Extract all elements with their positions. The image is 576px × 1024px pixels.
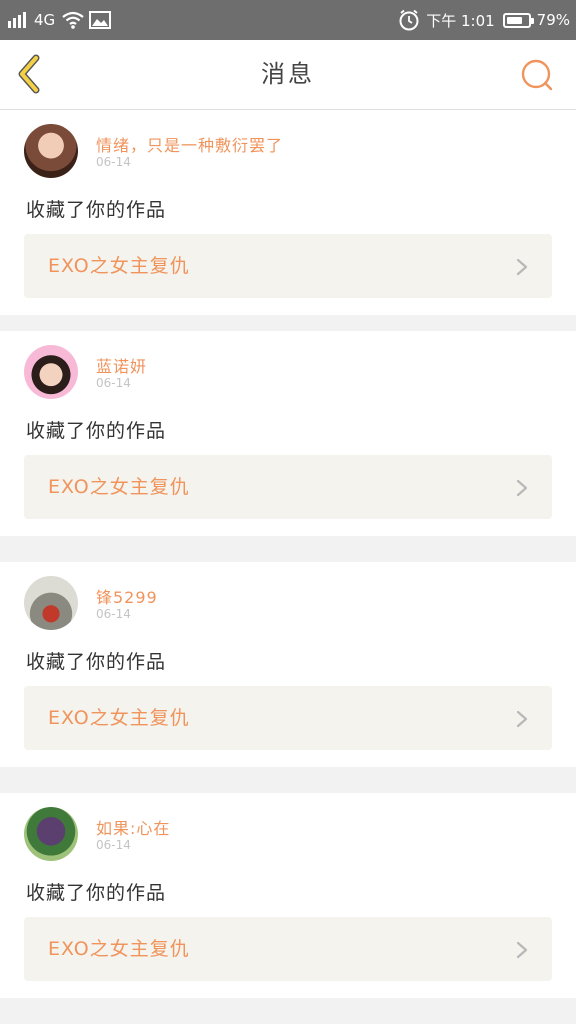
message-action: 收藏了你的作品 [26, 420, 167, 442]
chevron-right-icon [516, 258, 528, 276]
chevron-right-icon [516, 941, 528, 959]
battery-percent: 79% [536, 11, 570, 29]
message-date: 06-14 [96, 376, 131, 390]
user-name[interactable]: 蓝诺妍 [96, 353, 147, 377]
message-date: 06-14 [96, 155, 131, 169]
message-action: 收藏了你的作品 [26, 199, 167, 221]
image-icon [89, 11, 112, 29]
avatar[interactable] [24, 576, 78, 630]
work-link[interactable]: EXO之女主复仇 [24, 686, 552, 750]
avatar[interactable] [24, 345, 78, 399]
alarm-icon [399, 9, 419, 31]
list-item: 情绪，只是一种敷衍罢了 06-14 收藏了你的作品 EXO之女主复仇 [0, 110, 576, 315]
page-title: 消息 [261, 60, 315, 88]
status-bar: 4G 下午 1:01 79% [0, 0, 576, 40]
work-link[interactable]: EXO之女主复仇 [24, 917, 552, 981]
list-item: 蓝诺妍 06-14 收藏了你的作品 EXO之女主复仇 [0, 331, 576, 536]
work-title: EXO之女主复仇 [48, 938, 190, 960]
message-action: 收藏了你的作品 [26, 882, 167, 904]
user-name[interactable]: 如果:心在 [96, 815, 170, 839]
message-date: 06-14 [96, 838, 131, 852]
user-name[interactable]: 情绪，只是一种敷衍罢了 [96, 132, 283, 156]
network-type: 4G [34, 11, 56, 29]
work-link[interactable]: EXO之女主复仇 [24, 455, 552, 519]
clock: 下午 1:01 [426, 11, 495, 30]
header: 消息 [0, 40, 576, 110]
work-title: EXO之女主复仇 [48, 707, 190, 729]
search-icon [521, 59, 553, 91]
wifi-icon [62, 11, 84, 29]
message-date: 06-14 [96, 607, 131, 621]
work-link[interactable]: EXO之女主复仇 [24, 234, 552, 298]
chevron-right-icon [516, 479, 528, 497]
work-title: EXO之女主复仇 [48, 255, 190, 277]
list-item: 锋5299 06-14 收藏了你的作品 EXO之女主复仇 [0, 562, 576, 767]
battery-icon [502, 12, 534, 28]
avatar[interactable] [24, 807, 78, 861]
message-action: 收藏了你的作品 [26, 651, 167, 673]
avatar[interactable] [24, 124, 78, 178]
user-name[interactable]: 锋5299 [96, 584, 158, 608]
list-item: 如果:心在 06-14 收藏了你的作品 EXO之女主复仇 [0, 793, 576, 998]
signal-icon [8, 12, 28, 28]
work-title: EXO之女主复仇 [48, 476, 190, 498]
chevron-right-icon [516, 710, 528, 728]
search-button[interactable] [520, 58, 554, 92]
